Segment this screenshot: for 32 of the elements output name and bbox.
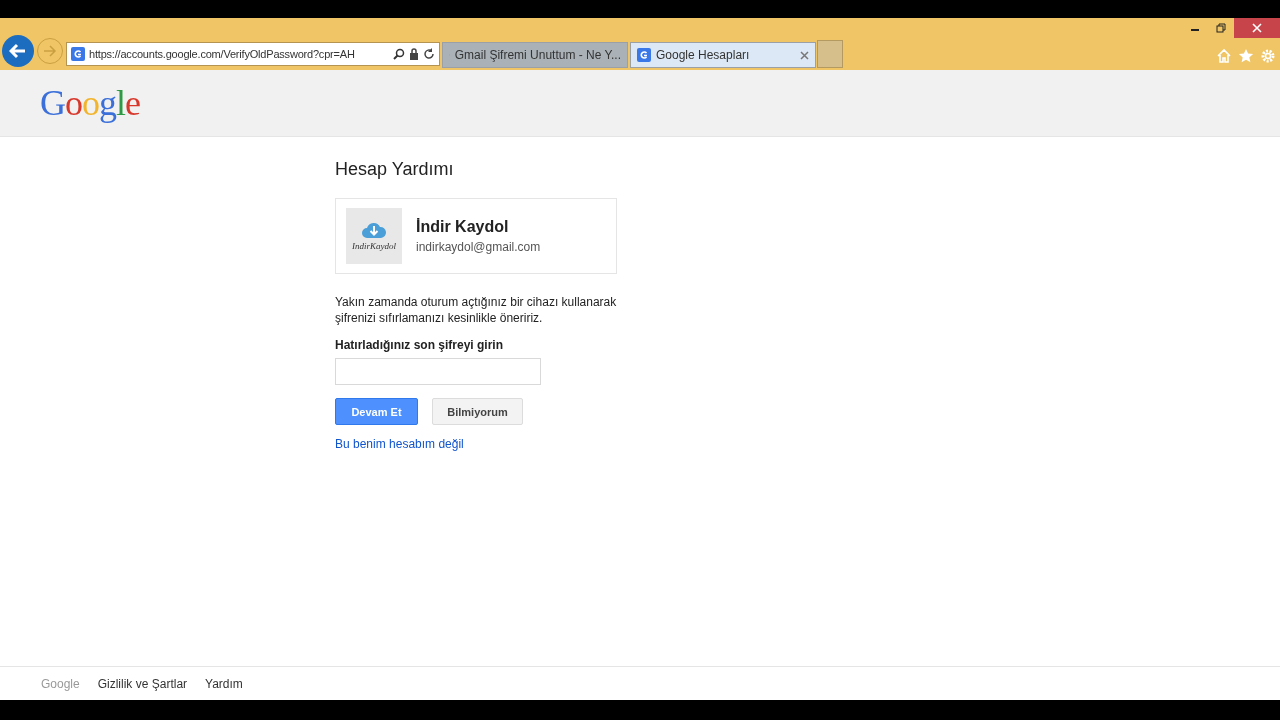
settings-icon[interactable] (1260, 48, 1276, 64)
home-icon[interactable] (1216, 48, 1232, 64)
star-icon[interactable] (1238, 48, 1254, 64)
google-g-icon (637, 48, 651, 62)
refresh-icon[interactable] (423, 48, 435, 60)
back-arrow-icon (9, 43, 27, 59)
new-tab-button[interactable] (817, 40, 843, 68)
close-button[interactable] (1234, 18, 1280, 38)
lock-icon (409, 48, 419, 60)
search-icon[interactable] (393, 48, 405, 60)
address-bar[interactable]: https://accounts.google.com/VerifyOldPassword?cpr=AH (66, 42, 440, 66)
page-title: Hesap Yardımı (335, 159, 455, 180)
footer-link[interactable]: Yardım (205, 676, 243, 691)
browser-tab[interactable]: Google Hesapları (630, 42, 816, 68)
google-logo: Google (40, 82, 140, 124)
not-my-account-link[interactable]: Bu benim hesabım değil (335, 437, 464, 451)
close-icon[interactable] (800, 50, 809, 60)
browser-tab[interactable]: Gmail Şifremi Unuttum - Ne Y... (442, 42, 628, 68)
account-email: indirkaydol@gmail.com (416, 240, 541, 254)
google-g-icon (71, 47, 85, 61)
back-button[interactable] (2, 35, 34, 67)
avatar-text: IndirKaydol (352, 241, 396, 251)
recommendation-text: Yakın zamanda oturum açtığınız bir cihazı kullanarak şifrenizi sıfırlamanızı kesinlikle öneririz. (335, 294, 618, 326)
restore-icon (1216, 23, 1226, 33)
password-field[interactable] (335, 358, 541, 385)
close-icon (1252, 23, 1262, 33)
forward-arrow-icon (43, 45, 57, 57)
account-name: İndir Kaydol (416, 218, 510, 236)
field-label: Hatırladığınız son şifreyi girin (335, 338, 505, 352)
cloud-download-icon (361, 221, 387, 239)
dont-know-button[interactable]: Bilmiyorum (432, 398, 523, 425)
footer-link[interactable]: Gizlilik ve Şartlar (97, 676, 188, 691)
